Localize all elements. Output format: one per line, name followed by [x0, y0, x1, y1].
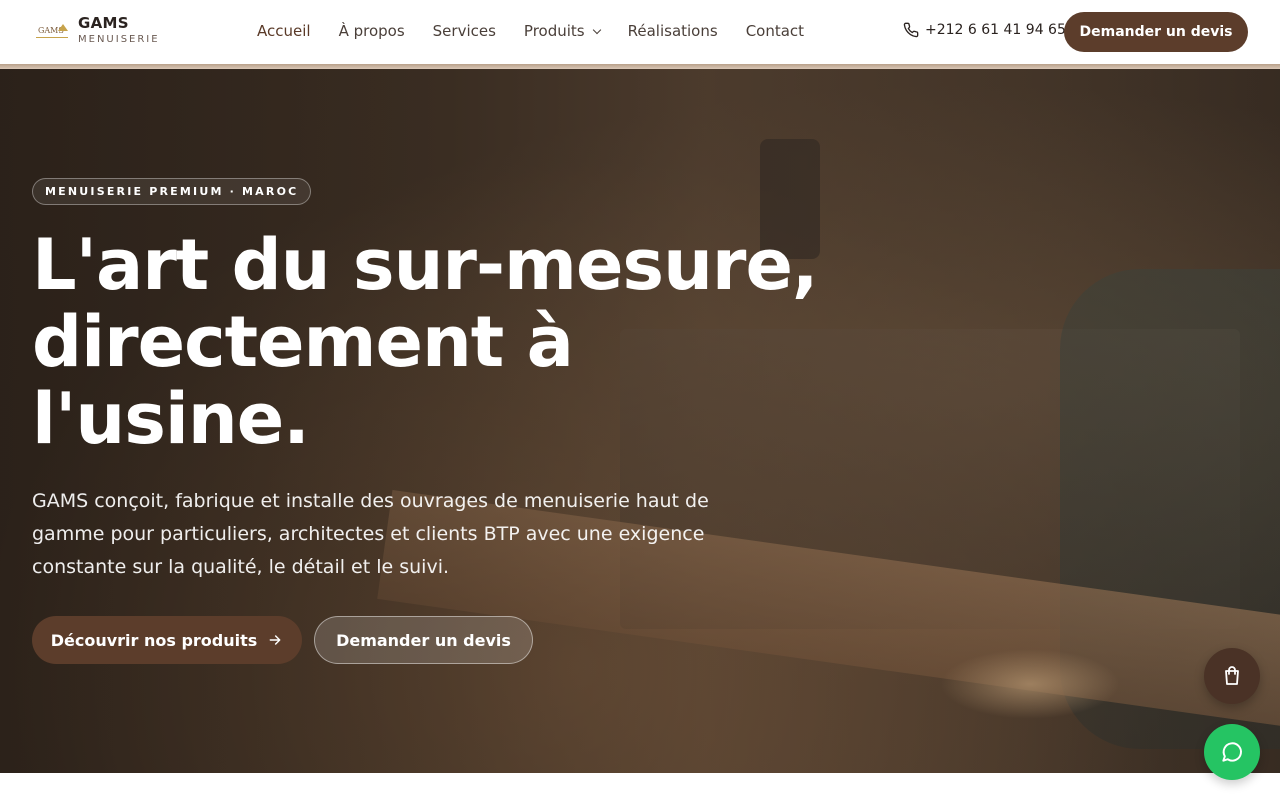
phone-link[interactable]: +212 6 61 41 94 65 — [903, 22, 1066, 38]
chevron-down-icon — [592, 25, 601, 34]
phone-number: +212 6 61 41 94 65 — [925, 22, 1066, 38]
header-quote-button[interactable]: Demander un devis — [1064, 12, 1248, 52]
hero-description: GAMS conçoit, fabrique et installe des o… — [32, 490, 709, 578]
hero-quote-button[interactable]: Demander un devis — [314, 616, 533, 664]
nav-item-a-propos[interactable]: À propos — [339, 22, 405, 40]
hero-title: L'art du sur-mesure, directement à l'usi… — [32, 227, 832, 458]
logo-underline — [36, 36, 68, 38]
cart-button[interactable] — [1204, 648, 1260, 704]
hero-title-line-2: directement à — [32, 301, 574, 383]
hero-title-line-3: l'usine. — [32, 378, 310, 460]
nav-item-services[interactable]: Services — [433, 22, 496, 40]
nav-item-contact[interactable]: Contact — [746, 22, 804, 40]
main-nav: Accueil À propos Services Produits Réali… — [257, 22, 804, 40]
discover-products-label: Découvrir nos produits — [50, 630, 258, 650]
logo-roof-icon — [58, 23, 68, 31]
nav-item-produits-label: Produits — [523, 22, 585, 40]
brand[interactable]: GAMS GAMS MENUISERIE — [36, 16, 160, 45]
site-header: GAMS GAMS MENUISERIE Accueil À propos Se… — [0, 0, 1280, 64]
brand-name: GAMS MENUISERIE — [78, 16, 160, 45]
brand-title: GAMS — [78, 14, 129, 32]
hero-badge: MENUISERIE PREMIUM · MAROC — [32, 178, 312, 205]
shopping-bag-icon — [1225, 666, 1239, 685]
whatsapp-button[interactable] — [1204, 724, 1260, 780]
whatsapp-icon — [1222, 742, 1242, 762]
discover-products-button[interactable]: Découvrir nos produits — [32, 616, 302, 664]
nav-item-realisations[interactable]: Réalisations — [628, 22, 718, 40]
hero-section: MENUISERIE PREMIUM · MAROC L'art du sur-… — [0, 69, 1280, 773]
nav-item-produits[interactable]: Produits — [523, 22, 601, 40]
arrow-right-icon — [269, 635, 281, 645]
hero-title-line-1: L'art du sur-mesure, — [32, 224, 819, 306]
brand-logo: GAMS — [36, 22, 68, 40]
phone-icon — [903, 22, 919, 38]
nav-item-accueil[interactable]: Accueil — [257, 22, 311, 40]
brand-subtitle: MENUISERIE — [78, 34, 160, 45]
